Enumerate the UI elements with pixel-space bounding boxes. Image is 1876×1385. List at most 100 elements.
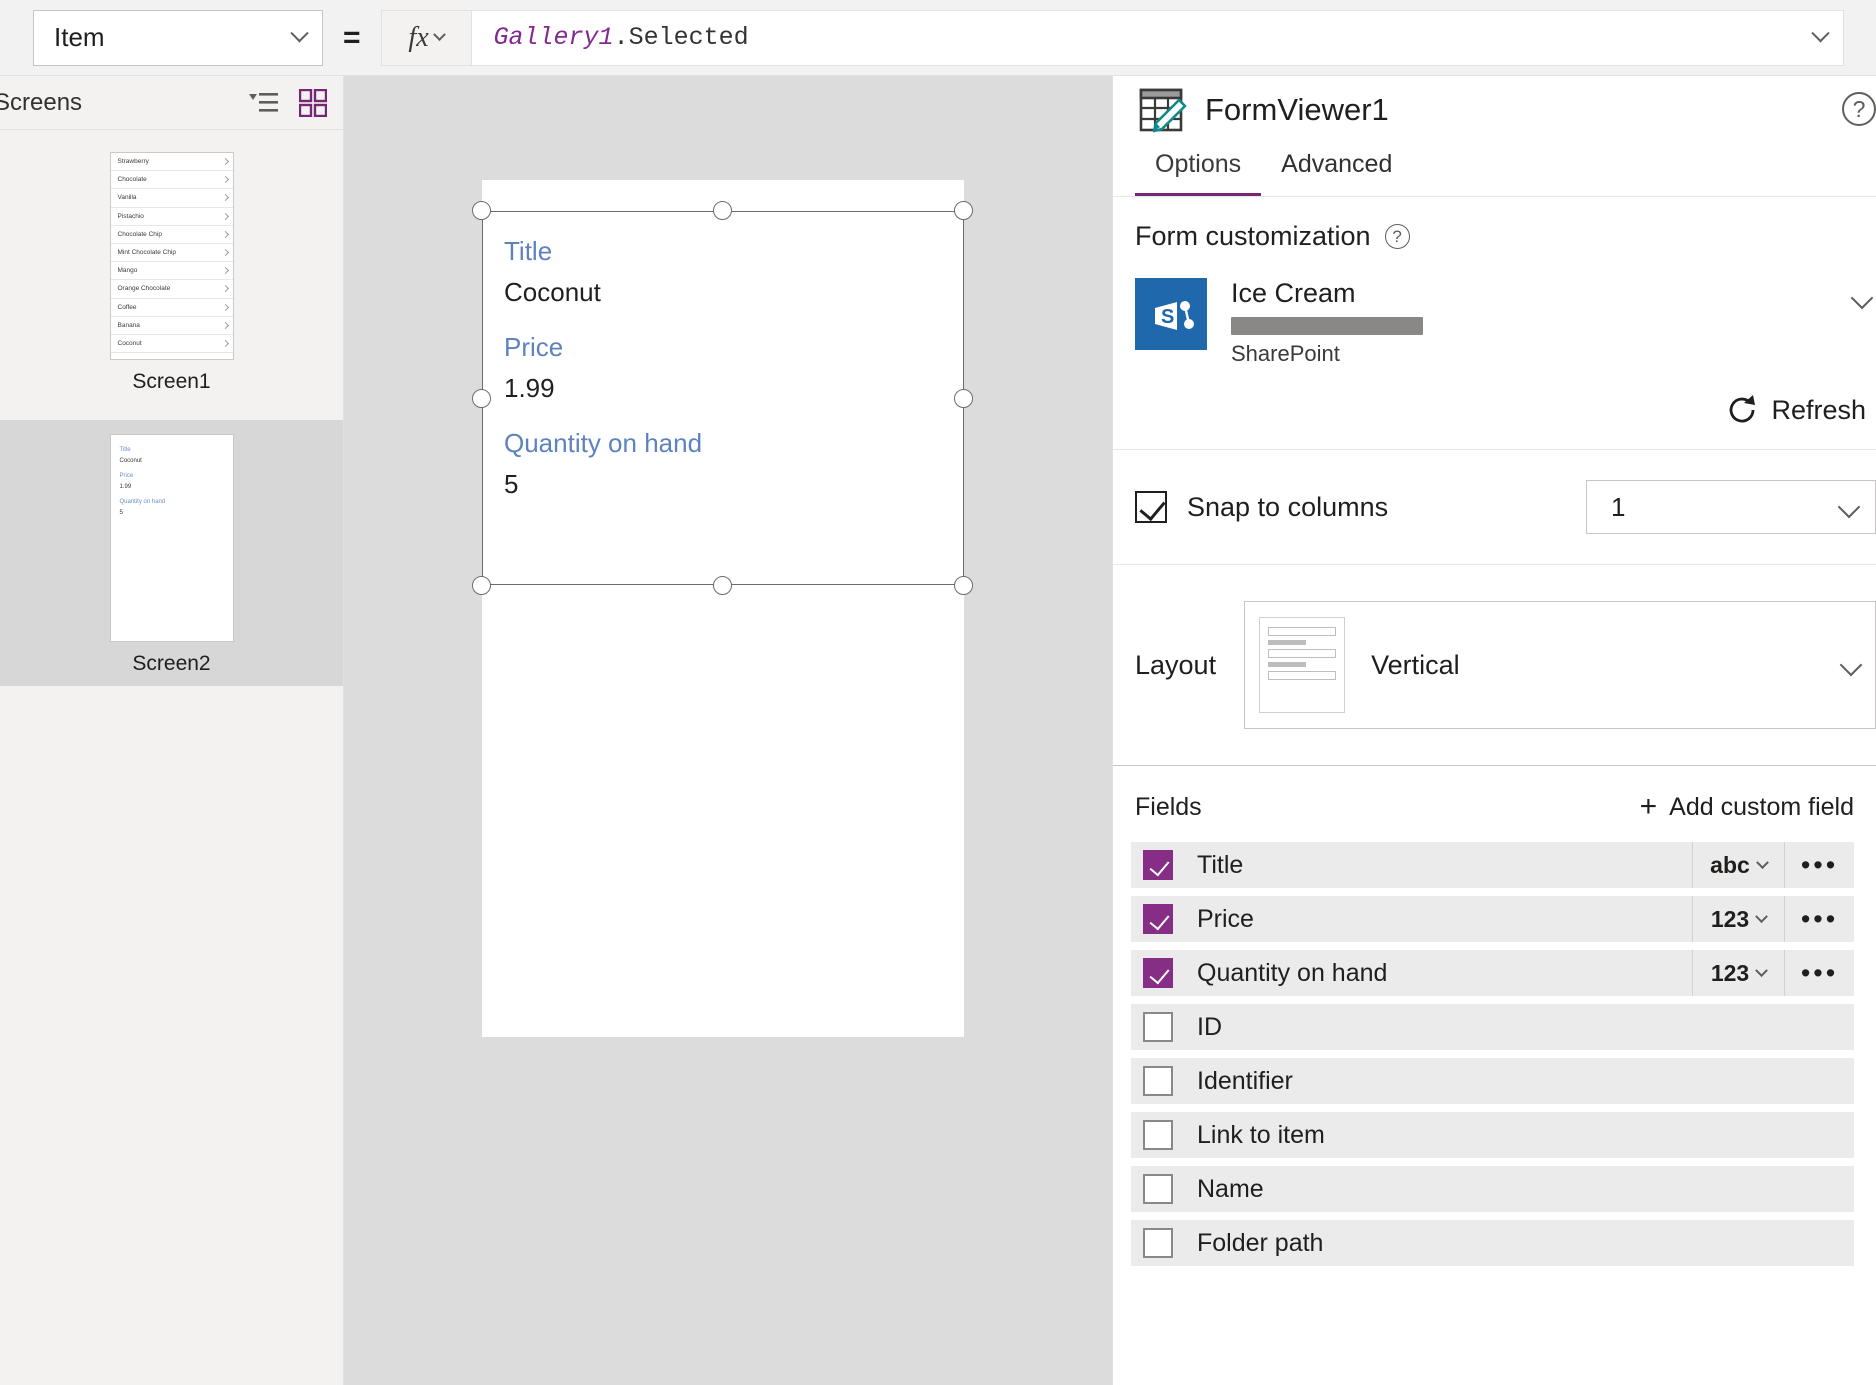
field-checkbox[interactable] bbox=[1143, 904, 1173, 934]
chevron-right-icon bbox=[221, 158, 229, 166]
field-row[interactable]: Price 123 ••• bbox=[1131, 896, 1854, 942]
snap-to-columns-checkbox[interactable] bbox=[1135, 491, 1167, 523]
field-more-options-button[interactable]: ••• bbox=[1784, 896, 1854, 942]
screen-thumbnail-list: Strawberry Chocolate Vanilla Pistachio Choco… bbox=[0, 130, 343, 686]
properties-panel-title: FormViewer1 bbox=[1205, 92, 1389, 127]
field-type-select[interactable]: 123 bbox=[1692, 950, 1784, 996]
form-preview-value: Coconut bbox=[119, 458, 142, 464]
field-row[interactable]: Folder path bbox=[1131, 1220, 1854, 1266]
field-row[interactable]: Quantity on hand 123 ••• bbox=[1131, 950, 1854, 996]
form-preview-value: 1.99 bbox=[119, 484, 132, 490]
resize-handle-top-right[interactable] bbox=[954, 201, 973, 220]
gallery-preview-row-label: Coconut bbox=[117, 339, 142, 348]
field-row[interactable]: Title abc ••• bbox=[1131, 842, 1854, 888]
field-name: Identifier bbox=[1197, 1066, 1293, 1095]
resize-handle-bottom-right[interactable] bbox=[954, 576, 973, 595]
field-type-select[interactable]: 123 bbox=[1692, 896, 1784, 942]
svg-text:S: S bbox=[1161, 306, 1174, 328]
screen-thumbnail-screen1[interactable]: Strawberry Chocolate Vanilla Pistachio Choco… bbox=[0, 152, 343, 394]
screen-thumbnail-label: Screen1 bbox=[132, 370, 211, 393]
field-more-options-button[interactable]: ••• bbox=[1784, 950, 1854, 996]
app-canvas[interactable]: Title Coconut Price 1.99 Quantity on hand 5 bbox=[344, 76, 1112, 1385]
form-field-list: Title Coconut Price 1.99 Quantity on hand 5 bbox=[504, 231, 954, 519]
resize-handle-middle-left[interactable] bbox=[472, 389, 491, 408]
fx-button[interactable]: fx bbox=[380, 9, 471, 66]
form-customization-title: Form customization bbox=[1135, 221, 1371, 251]
datasource-info: Ice Cream SharePoint bbox=[1231, 278, 1423, 367]
snap-to-columns-label: Snap to columns bbox=[1187, 491, 1389, 522]
field-checkbox[interactable] bbox=[1143, 1066, 1173, 1096]
refresh-label: Refresh bbox=[1771, 394, 1866, 425]
field-row[interactable]: ID bbox=[1131, 1004, 1854, 1050]
form-control-icon bbox=[1139, 88, 1187, 133]
resize-handle-top-left[interactable] bbox=[472, 201, 491, 220]
form-field-value: 1.99 bbox=[504, 373, 555, 403]
layout-select[interactable]: Vertical bbox=[1244, 601, 1876, 729]
resize-handle-bottom-left[interactable] bbox=[472, 576, 491, 595]
chevron-down-icon bbox=[290, 24, 309, 43]
field-name: Link to item bbox=[1197, 1120, 1325, 1149]
resize-handle-middle-right[interactable] bbox=[954, 389, 973, 408]
fields-header: Fields + Add custom field bbox=[1113, 766, 1876, 842]
form-preview-label: Quantity on hand bbox=[119, 499, 166, 505]
help-icon[interactable]: ? bbox=[1842, 92, 1876, 126]
form-field-label: Title bbox=[504, 236, 553, 266]
datasource-account-redacted bbox=[1231, 317, 1423, 335]
field-type-value: 123 bbox=[1710, 905, 1750, 932]
resize-handle-bottom-center[interactable] bbox=[713, 576, 732, 595]
help-icon[interactable]: ? bbox=[1384, 224, 1410, 249]
columns-count-select[interactable]: 1 bbox=[1586, 480, 1876, 534]
datasource-expand-chevron-icon[interactable] bbox=[1850, 284, 1874, 313]
tab-advanced[interactable]: Advanced bbox=[1261, 144, 1412, 196]
formula-expand-chevron-icon[interactable] bbox=[1811, 24, 1830, 43]
field-checkbox[interactable] bbox=[1143, 958, 1173, 988]
form-field-value: 5 bbox=[504, 469, 519, 499]
screens-panel-header: Screens bbox=[0, 76, 343, 130]
chevron-right-icon bbox=[221, 267, 229, 275]
refresh-button[interactable]: Refresh bbox=[1113, 367, 1876, 450]
property-select[interactable]: Item bbox=[33, 9, 323, 66]
tree-view-icon[interactable] bbox=[249, 90, 279, 116]
plus-icon: + bbox=[1639, 790, 1658, 823]
chevron-right-icon bbox=[221, 321, 229, 329]
form-viewer-control[interactable]: Title Coconut Price 1.99 Quantity on hand 5 bbox=[472, 201, 973, 595]
gallery-preview-row: Coffee bbox=[110, 299, 233, 317]
field-name: Title bbox=[1197, 850, 1244, 879]
add-custom-field-button[interactable]: + Add custom field bbox=[1640, 792, 1854, 822]
field-row[interactable]: Link to item bbox=[1131, 1112, 1854, 1158]
resize-handle-top-center[interactable] bbox=[713, 201, 732, 220]
gallery-preview-row: Coconut bbox=[110, 335, 233, 354]
gallery-preview-row: Mint Chocolate Chip bbox=[110, 244, 233, 263]
properties-panel: FormViewer1 ? Options Advanced Form cust… bbox=[1112, 76, 1876, 1385]
add-custom-field-label: Add custom field bbox=[1669, 792, 1854, 821]
field-checkbox[interactable] bbox=[1143, 1174, 1173, 1204]
field-checkbox[interactable] bbox=[1143, 1012, 1173, 1042]
field-name: ID bbox=[1197, 1012, 1222, 1041]
formula-bar: Item = fx Gallery1 .Selected bbox=[0, 0, 1876, 76]
field-name: Quantity on hand bbox=[1197, 958, 1388, 987]
field-checkbox[interactable] bbox=[1143, 850, 1173, 880]
form-preview-value: 5 bbox=[119, 510, 123, 516]
screen-thumbnail-screen2[interactable]: Title Coconut Price 1.99 Quantity on hand 5 S… bbox=[0, 420, 343, 686]
screen1-preview: Strawberry Chocolate Vanilla Pistachio Choco… bbox=[109, 152, 234, 360]
thumbnail-view-icon[interactable] bbox=[299, 88, 327, 117]
gallery-preview-row-label: Orange Chocolate bbox=[117, 285, 171, 293]
gallery-preview-row: Mango bbox=[110, 262, 233, 281]
field-checkbox[interactable] bbox=[1143, 1228, 1173, 1258]
property-select-value: Item bbox=[54, 22, 105, 52]
gallery-preview-row-label: Mango bbox=[117, 267, 138, 275]
field-name: Folder path bbox=[1197, 1228, 1324, 1257]
field-type-select[interactable]: abc bbox=[1692, 842, 1784, 888]
gallery-preview-row: Strawberry bbox=[110, 153, 233, 172]
form-field-value: Coconut bbox=[504, 277, 601, 307]
field-more-options-button[interactable]: ••• bbox=[1784, 842, 1854, 888]
field-checkbox[interactable] bbox=[1143, 1120, 1173, 1150]
chevron-down-icon bbox=[1837, 495, 1861, 519]
tab-options[interactable]: Options bbox=[1135, 144, 1262, 196]
formula-input[interactable]: Gallery1 .Selected bbox=[470, 9, 1844, 66]
screens-panel: Screens Strawberry Chocolate Vanilla Pistac… bbox=[0, 76, 344, 1385]
field-row[interactable]: Identifier bbox=[1131, 1058, 1854, 1104]
columns-count-value: 1 bbox=[1611, 491, 1626, 522]
field-row[interactable]: Name bbox=[1131, 1166, 1854, 1212]
datasource-card[interactable]: S Ice Cream SharePoint bbox=[1113, 252, 1876, 367]
